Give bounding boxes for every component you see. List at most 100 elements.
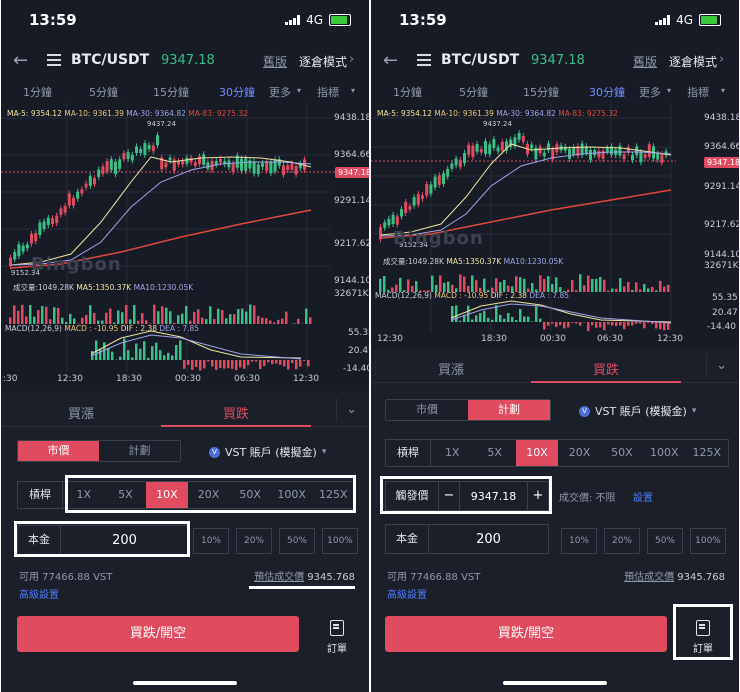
tab-1min[interactable]: 1分鐘 xyxy=(23,84,52,100)
margin-mode[interactable]: 逐倉模式 xyxy=(299,53,347,70)
trigger-setting-link[interactable]: 設置 xyxy=(633,489,653,504)
orders-button[interactable]: 訂單 xyxy=(319,620,355,655)
percent-10[interactable]: 10% xyxy=(561,528,597,554)
time-label-3: 00:30 xyxy=(175,374,201,384)
order-type-market[interactable]: 市價 xyxy=(386,400,468,420)
ma83-label: MA-83: 9275.32 xyxy=(188,109,248,118)
time-label-2: 18:30 xyxy=(481,334,507,344)
bar xyxy=(643,322,646,329)
bar xyxy=(567,322,570,328)
candle xyxy=(168,157,172,161)
chevron-down-icon[interactable]: ▾ xyxy=(297,86,301,95)
percent-50[interactable]: 50% xyxy=(279,528,315,554)
leverage-125x[interactable]: 125X xyxy=(686,440,728,466)
bar xyxy=(105,312,108,324)
tab-more[interactable]: 更多 xyxy=(639,84,661,100)
percent-20[interactable]: 20% xyxy=(604,528,640,554)
percent-50[interactable]: 50% xyxy=(647,528,683,554)
leverage-50x[interactable]: 50X xyxy=(601,440,643,466)
candle xyxy=(261,163,264,167)
tab-more[interactable]: 更多 xyxy=(269,84,291,100)
highlight-box xyxy=(65,475,356,513)
chevron-down-icon[interactable]: ⌄ xyxy=(706,354,727,378)
tab-1min[interactable]: 1分鐘 xyxy=(393,84,422,100)
bar xyxy=(29,304,32,324)
candle xyxy=(467,144,471,156)
leverage-100x[interactable]: 100X xyxy=(643,440,685,466)
back-arrow-icon[interactable]: ← xyxy=(383,50,398,71)
chevron-down-icon[interactable]: ▾ xyxy=(351,86,355,95)
macd-axis-1: 55.35 xyxy=(348,328,369,338)
bar xyxy=(575,322,578,324)
sell-open-short-button[interactable]: 買跌/開空 xyxy=(17,616,299,652)
tab-5min[interactable]: 5分鐘 xyxy=(459,84,488,100)
leverage-1x[interactable]: 1X xyxy=(431,440,473,466)
back-arrow-icon[interactable]: ← xyxy=(13,50,28,71)
account-selector[interactable]: V VST 賬戶 (模擬金) ▾ xyxy=(579,403,696,419)
order-type-plan[interactable]: 計劃 xyxy=(468,400,550,420)
order-type-plan[interactable]: 計劃 xyxy=(99,441,180,461)
old-version-link[interactable]: 舊版 xyxy=(633,53,657,70)
candle xyxy=(622,154,626,160)
pair-title[interactable]: BTC/USDT xyxy=(441,52,519,68)
percent-10[interactable]: 10% xyxy=(193,528,229,554)
chevron-down-icon[interactable]: ▾ xyxy=(667,86,671,95)
bar xyxy=(643,284,646,292)
tab-30min[interactable]: 30分鐘 xyxy=(219,84,255,100)
tab-buy[interactable]: 買漲 xyxy=(1,403,161,422)
advanced-settings-link[interactable]: 高級設置 xyxy=(387,586,427,601)
tab-30min[interactable]: 30分鐘 xyxy=(589,84,625,100)
time-label-4: 06:30 xyxy=(234,374,260,384)
bar xyxy=(305,308,308,324)
chevron-down-icon[interactable]: ▾ xyxy=(721,86,725,95)
bar xyxy=(237,309,240,324)
tab-sell[interactable]: 買跌 xyxy=(531,359,681,378)
macd-axis-3: -14.40 xyxy=(707,322,737,332)
candle xyxy=(72,197,75,206)
bar xyxy=(125,304,128,324)
leverage-5x[interactable]: 5X xyxy=(473,440,515,466)
candle xyxy=(51,218,54,225)
sell-open-short-button[interactable]: 買跌/開空 xyxy=(385,616,667,652)
percent-100[interactable]: 100% xyxy=(322,528,358,554)
estimated-price-label[interactable]: 預估成交價 xyxy=(624,572,674,583)
margin-mode[interactable]: 逐倉模式 xyxy=(669,53,717,70)
candle xyxy=(618,145,622,156)
menu-icon[interactable] xyxy=(417,54,431,69)
tab-indicators[interactable]: 指標 xyxy=(687,84,709,100)
leverage-10x[interactable]: 10X xyxy=(515,440,559,466)
tab-15min[interactable]: 15分鐘 xyxy=(523,84,559,100)
order-type-market[interactable]: 市價 xyxy=(18,441,99,461)
pair-title[interactable]: BTC/USDT xyxy=(71,52,149,68)
tab-sell[interactable]: 買跌 xyxy=(161,403,311,422)
estimated-price-label[interactable]: 預估成交價 xyxy=(254,572,304,583)
bar xyxy=(539,318,542,322)
account-selector[interactable]: V VST 賬戶 (模擬金) ▾ xyxy=(209,444,326,460)
kline-chart[interactable]: 9152.34 9437.24 xyxy=(371,102,739,352)
chevron-down-icon[interactable]: ⌄ xyxy=(336,398,357,422)
chevron-right-icon[interactable]: › xyxy=(719,52,724,67)
principal-input[interactable]: 200 xyxy=(429,532,548,547)
bar xyxy=(171,355,174,360)
advanced-settings-link[interactable]: 高級設置 xyxy=(19,586,59,601)
tab-buy[interactable]: 買漲 xyxy=(371,359,531,378)
chevron-right-icon[interactable]: › xyxy=(349,52,354,67)
bar xyxy=(177,315,180,324)
leverage-20x[interactable]: 20X xyxy=(558,440,600,466)
bar xyxy=(53,307,56,324)
principal-field[interactable]: 本金 200 xyxy=(385,524,549,554)
trade-tabs: 買漲 買跌 ⌄ xyxy=(1,396,369,427)
candle xyxy=(463,153,466,164)
percent-100[interactable]: 100% xyxy=(690,528,726,554)
top-bar: ← BTC/USDT 9347.18 舊版 逐倉模式 › xyxy=(1,44,369,80)
tab-15min[interactable]: 15分鐘 xyxy=(153,84,189,100)
tab-5min[interactable]: 5分鐘 xyxy=(89,84,118,100)
candle xyxy=(433,176,437,188)
tab-indicators[interactable]: 指標 xyxy=(317,84,339,100)
current-price-badge: 9347.18 xyxy=(335,167,369,178)
kline-chart[interactable]: 9152.34 9437.24 xyxy=(1,102,369,392)
percent-20[interactable]: 20% xyxy=(236,528,272,554)
vol-ma5-label: MA5:1350.37K xyxy=(76,283,132,292)
menu-icon[interactable] xyxy=(47,54,61,69)
old-version-link[interactable]: 舊版 xyxy=(263,53,287,70)
